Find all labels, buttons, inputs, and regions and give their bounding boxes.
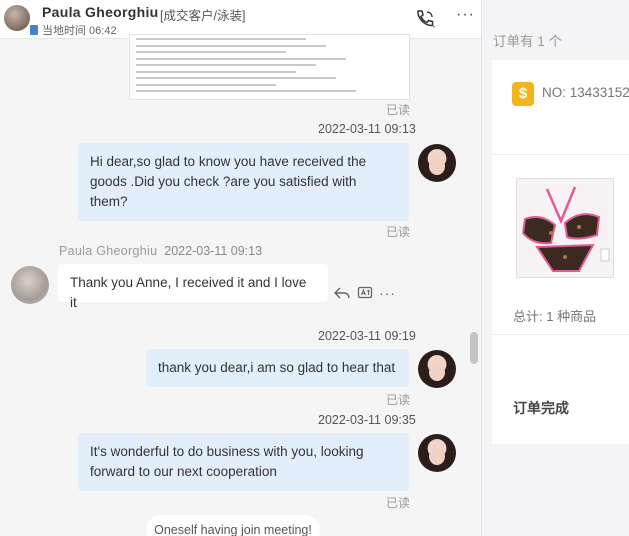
chat-panel: Paula Gheorghiu [成交客户/泳装] 当地时间 06:42 ···… — [0, 0, 481, 536]
image-blur-line — [136, 77, 336, 79]
image-blur-line — [136, 57, 346, 60]
image-blur-line — [136, 38, 306, 40]
divider — [492, 154, 629, 155]
read-status: 已读 — [386, 103, 411, 117]
chat-scrollbar[interactable] — [470, 332, 478, 364]
contact-name[interactable]: Paula Gheorghiu — [42, 4, 159, 20]
coin-icon: $ — [512, 82, 534, 106]
read-status: 已读 — [386, 393, 411, 407]
message-bubble-mine[interactable]: It's wonderful to do business with you, … — [78, 433, 409, 491]
message-bubble-mine[interactable]: Hi dear,so glad to know you have receive… — [78, 143, 409, 221]
image-blur-line — [136, 70, 296, 73]
contact-tag: [成交客户/泳装] — [160, 9, 246, 23]
divider — [492, 334, 629, 335]
phone-call-icon[interactable] — [414, 8, 436, 30]
more-dots-icon[interactable]: ··· — [379, 285, 396, 301]
more-dots-icon[interactable]: ··· — [456, 6, 475, 24]
my-avatar — [418, 434, 456, 472]
read-status: 已读 — [386, 496, 411, 510]
order-sidebar: 订单有 1 个 $ NO: 13433152 总计: 1 种商品 订单完成 — [481, 0, 629, 536]
translate-icon[interactable] — [357, 285, 373, 304]
my-avatar — [418, 144, 456, 182]
image-blur-line — [136, 90, 356, 92]
order-count-label: 订单有 1 个 — [493, 34, 563, 49]
reply-icon[interactable] — [334, 285, 350, 304]
message-bubble-other[interactable]: Thank you Anne, I received it and I love… — [58, 264, 328, 310]
message-time: 2022-03-11 09:19 — [318, 329, 416, 343]
contact-avatar — [11, 266, 49, 304]
system-notice: Oneself having join meeting! — [146, 515, 320, 536]
image-blur-line — [136, 64, 316, 66]
order-status: 订单完成 — [513, 400, 569, 416]
image-message[interactable] — [129, 34, 410, 100]
contact-avatar[interactable] — [4, 5, 30, 31]
message-time: 2022-03-11 09:35 — [318, 413, 416, 427]
image-blur-line — [136, 44, 326, 47]
local-time-label: 当地时间 06:42 — [42, 25, 117, 37]
message-bubble-mine[interactable]: thank you dear,i am so glad to hear that — [146, 349, 409, 387]
order-total: 总计: 1 种商品 — [513, 309, 597, 324]
read-status: 已读 — [386, 225, 411, 239]
message-time: 2022-03-11 09:13 — [164, 244, 263, 258]
local-time: 当地时间 06:42 — [30, 22, 117, 38]
sender-line: Paula Gheorghiu 2022-03-11 09:13 — [59, 244, 262, 258]
message-actions: ··· — [332, 285, 402, 305]
device-icon — [30, 25, 38, 35]
message-time: 2022-03-11 09:13 — [318, 122, 416, 136]
image-blur-line — [136, 51, 286, 53]
sender-name: Paula Gheorghiu — [59, 244, 158, 258]
order-number[interactable]: NO: 13433152 — [542, 85, 629, 100]
image-blur-line — [136, 83, 276, 86]
product-thumbnail[interactable] — [516, 178, 614, 278]
my-avatar — [418, 350, 456, 388]
